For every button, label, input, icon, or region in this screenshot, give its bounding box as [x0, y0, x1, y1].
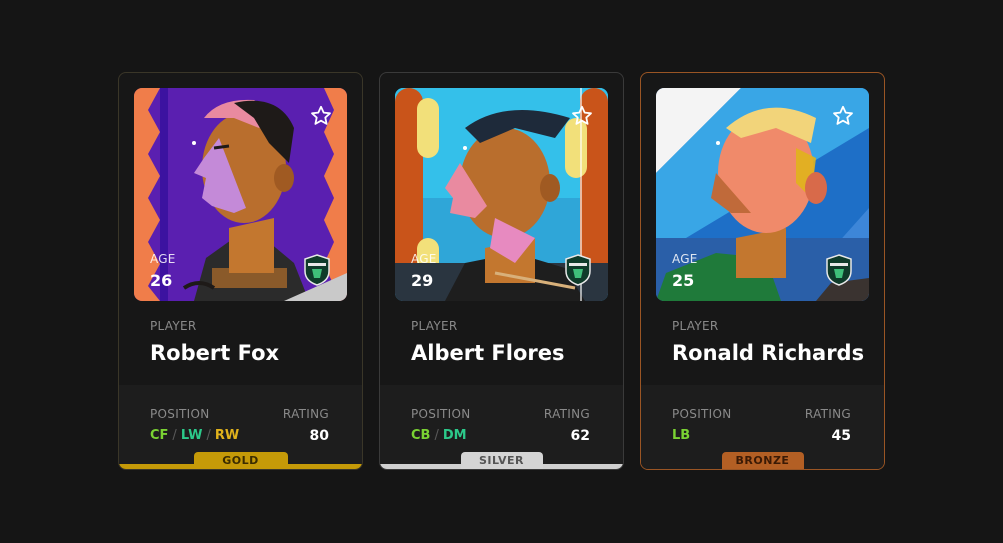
positions-list: LB — [672, 428, 690, 443]
age-value: 25 — [672, 271, 695, 290]
player-name: Robert Fox — [150, 341, 280, 365]
age-value: 29 — [411, 271, 434, 290]
position-tag: DM — [442, 428, 467, 443]
age-value: 26 — [150, 271, 173, 290]
tier-badge: SILVER — [460, 452, 543, 469]
star-outline-icon[interactable] — [831, 104, 855, 128]
age-label: AGE — [672, 252, 698, 266]
star-outline-icon[interactable] — [570, 104, 594, 128]
position-label: POSITION — [150, 407, 210, 421]
position-tag: CB — [411, 428, 431, 443]
rating-value: 80 — [309, 428, 329, 444]
rating-label: RATING — [804, 407, 851, 421]
position-tag: RW — [214, 428, 240, 443]
position-tag: CF — [150, 428, 169, 443]
position-separator: / — [206, 428, 211, 443]
player-card-robert-fox[interactable]: AGE 26 PLAYER Robert Fox POSITION RATING… — [118, 72, 363, 470]
club-crest-icon — [826, 254, 852, 286]
player-name: Ronald Richards — [672, 341, 865, 365]
position-label: POSITION — [411, 407, 471, 421]
rating-label: RATING — [543, 407, 590, 421]
tier-badge: BRONZE — [721, 452, 804, 469]
position-tag: LW — [180, 428, 203, 443]
club-crest-icon — [565, 254, 591, 286]
club-crest-icon — [304, 254, 330, 286]
player-label: PLAYER — [411, 319, 458, 333]
player-portrait: AGE 26 — [134, 88, 347, 301]
rating-label: RATING — [282, 407, 329, 421]
rating-value: 45 — [831, 428, 851, 444]
player-label: PLAYER — [672, 319, 719, 333]
position-separator: / — [434, 428, 439, 443]
position-tag: LB — [672, 428, 691, 443]
tier-badge: GOLD — [193, 452, 288, 469]
positions-list: CB / DM — [411, 428, 467, 443]
player-card-albert-flores[interactable]: AGE 29 PLAYER Albert Flores POSITION RAT… — [379, 72, 624, 470]
player-label: PLAYER — [150, 319, 197, 333]
position-label: POSITION — [672, 407, 732, 421]
position-separator: / — [172, 428, 177, 443]
rating-value: 62 — [570, 428, 590, 444]
age-label: AGE — [411, 252, 437, 266]
player-card-ronald-richards[interactable]: AGE 25 PLAYER Ronald Richards POSITION R… — [640, 72, 885, 470]
age-label: AGE — [150, 252, 176, 266]
star-outline-icon[interactable] — [309, 104, 333, 128]
positions-list: CF / LW / RW — [150, 428, 239, 443]
player-portrait: AGE 29 — [395, 88, 608, 301]
player-portrait: AGE 25 — [656, 88, 869, 301]
player-name: Albert Flores — [411, 341, 565, 365]
